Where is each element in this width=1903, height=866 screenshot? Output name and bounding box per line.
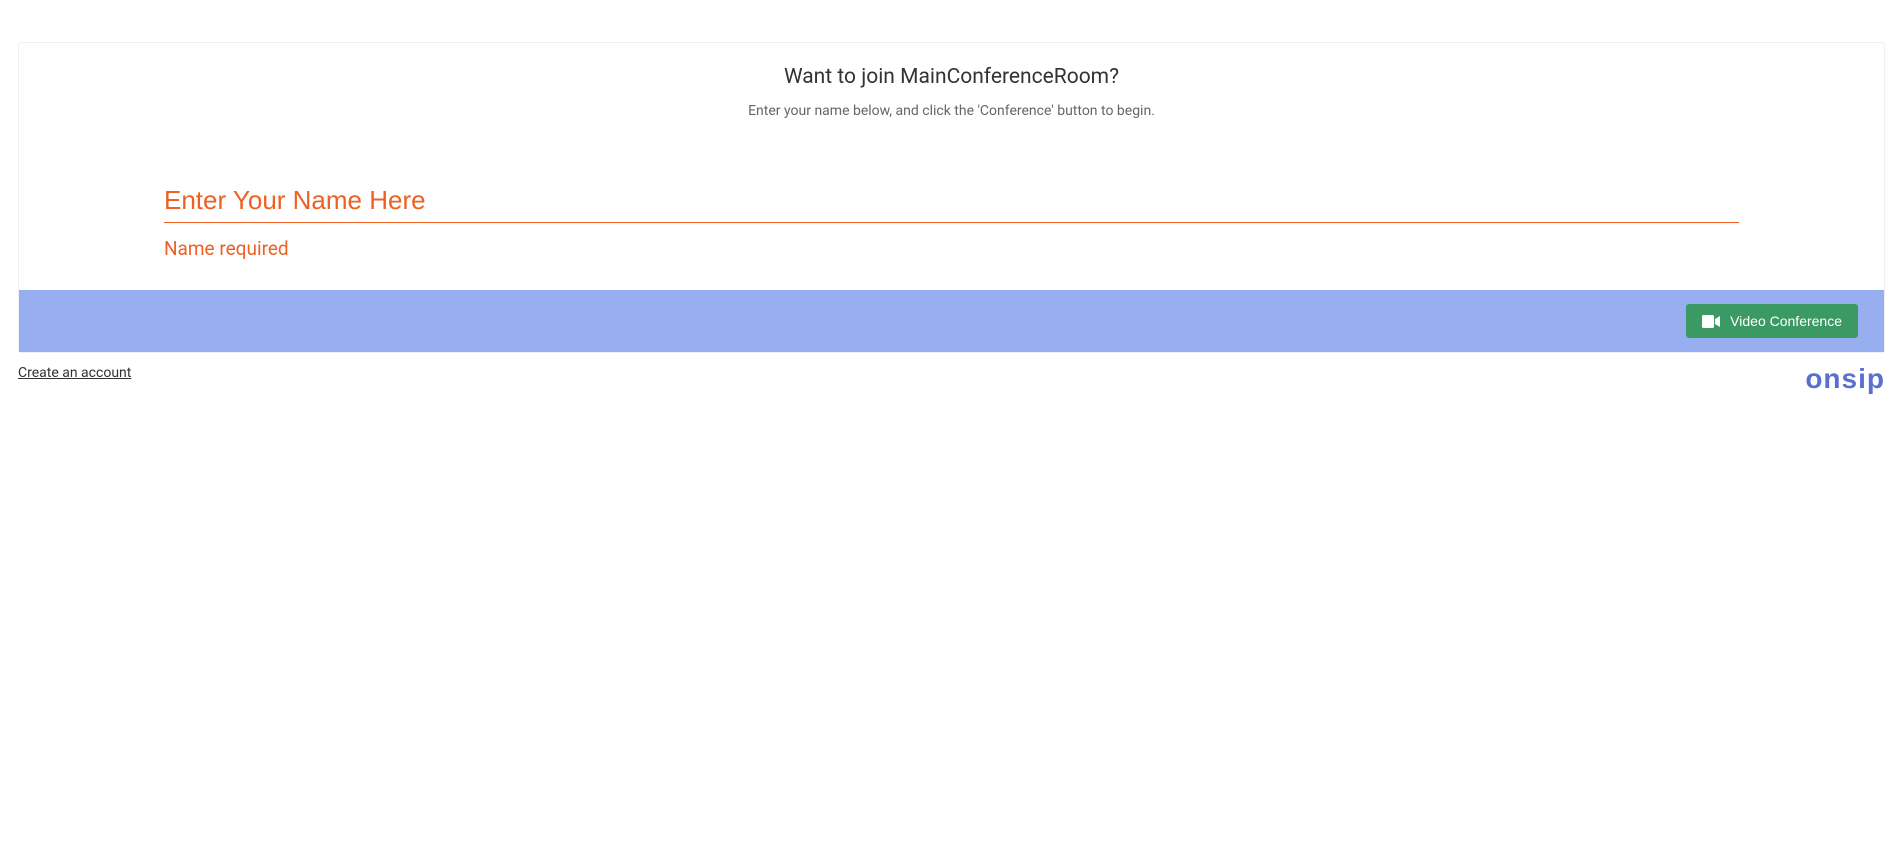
join-conference-panel: Want to join MainConferenceRoom? Enter y… xyxy=(18,42,1885,353)
onsip-logo: onsip xyxy=(1805,365,1885,393)
name-error-message: Name required xyxy=(164,237,1739,260)
name-input[interactable] xyxy=(164,179,1739,223)
create-account-link[interactable]: Create an account xyxy=(18,365,131,381)
page-footer: Create an account onsip xyxy=(18,365,1885,393)
conference-button-label: Video Conference xyxy=(1730,313,1842,329)
video-conference-button[interactable]: Video Conference xyxy=(1686,304,1858,338)
form-section: Name required xyxy=(19,119,1884,290)
videocam-icon xyxy=(1702,315,1720,328)
action-bar: Video Conference xyxy=(19,290,1884,352)
page-title: Want to join MainConferenceRoom? xyxy=(39,65,1864,89)
page-subtitle: Enter your name below, and click the 'Co… xyxy=(39,103,1864,119)
header-section: Want to join MainConferenceRoom? Enter y… xyxy=(19,43,1884,119)
